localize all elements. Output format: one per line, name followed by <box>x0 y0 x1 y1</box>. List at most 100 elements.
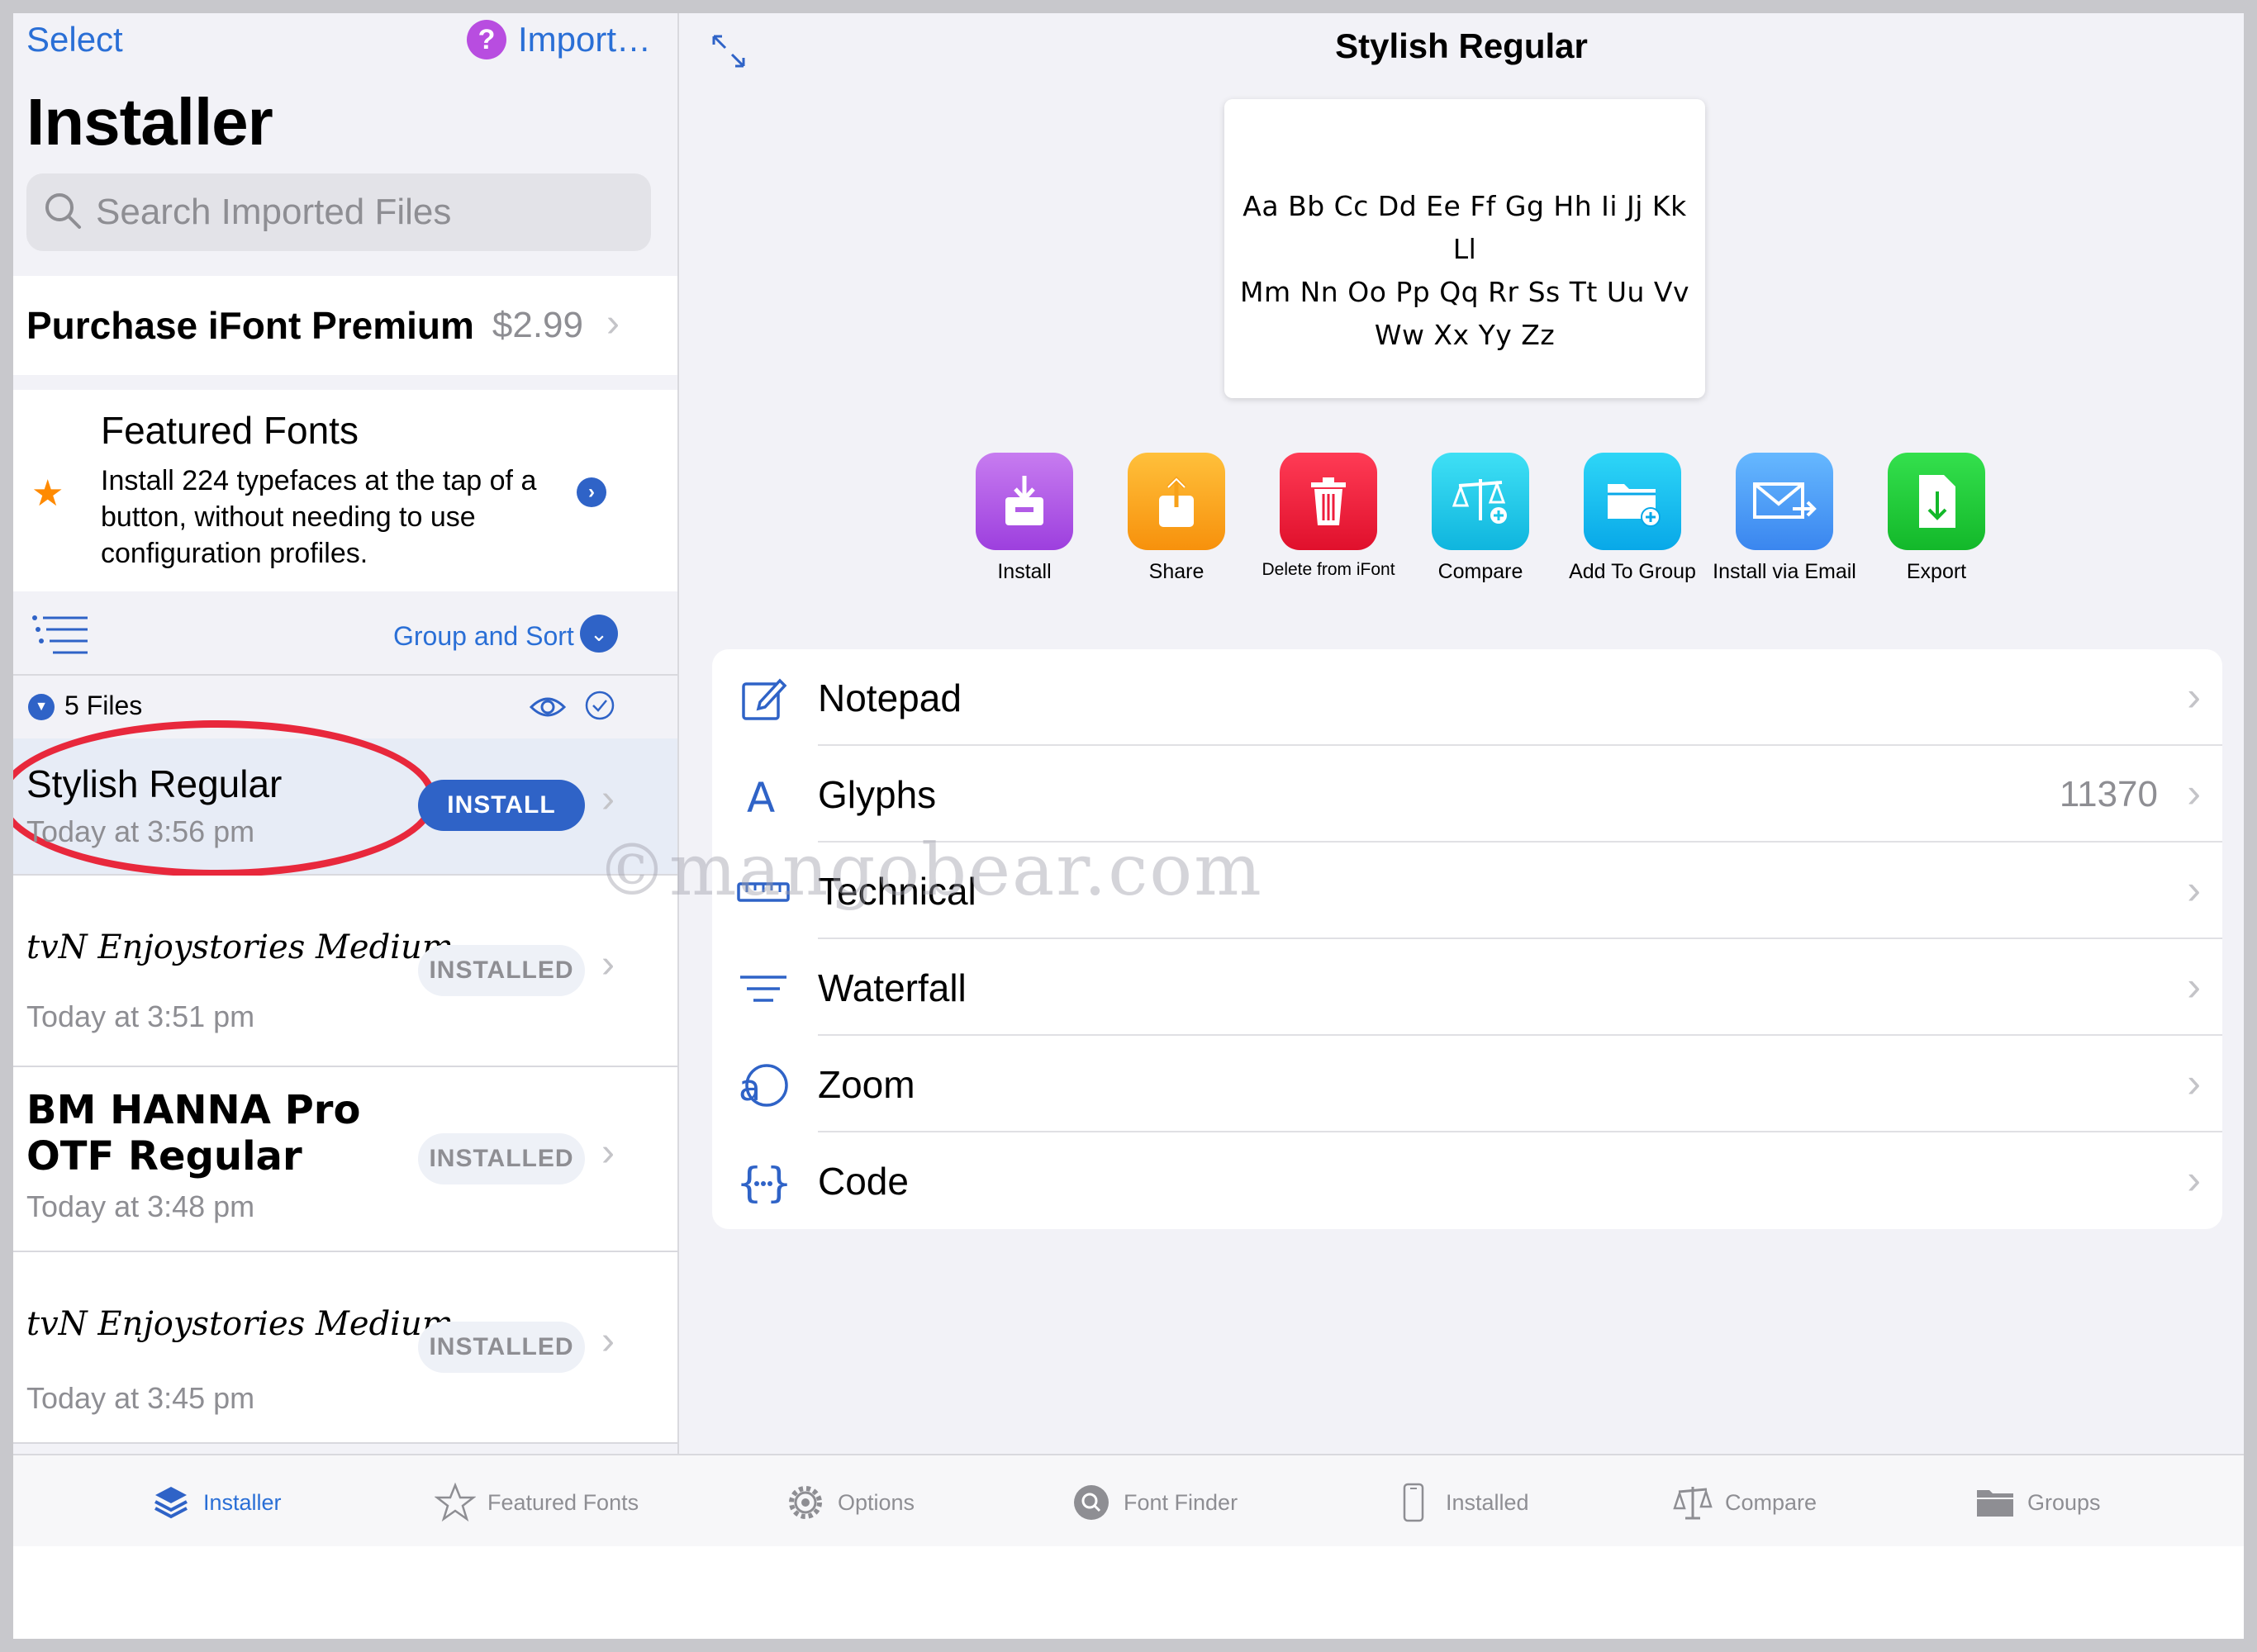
action-label: Add To Group <box>1569 560 1696 583</box>
notepad-icon <box>742 678 787 720</box>
watermark: ©mangobear.com <box>596 829 1263 912</box>
detail-title: Stylish Regular <box>1335 26 1588 65</box>
menu-item-code[interactable]: {} Code › <box>712 1132 2222 1229</box>
waterfall-icon <box>740 976 786 1002</box>
installed-badge: INSTALLED <box>418 1322 585 1373</box>
tab-featured-fonts[interactable]: Featured Fonts <box>435 1482 639 1523</box>
compare-action-button[interactable]: Compare <box>1404 453 1556 584</box>
featured-title: Featured Fonts <box>101 409 359 452</box>
select-button[interactable]: Select <box>26 20 123 59</box>
add-to-group-action-button[interactable]: Add To Group <box>1556 453 1708 584</box>
letter-a-icon: A <box>747 774 775 822</box>
tab-label: Groups <box>2027 1489 2101 1515</box>
export-icon <box>1888 453 1985 550</box>
action-label: Share <box>1148 560 1205 583</box>
ipad-screen: Select ? Import… Installer Search Import… <box>13 13 2244 1639</box>
menu-item-notepad[interactable]: Notepad › <box>712 649 2222 746</box>
file-row[interactable]: Stylish Regular Today at 3:56 pm INSTALL… <box>13 720 677 877</box>
tab-label: Font Finder <box>1124 1489 1238 1515</box>
share-action-button[interactable]: Share <box>1100 453 1252 584</box>
menu-item-glyphs[interactable]: A Glyphs 11370 › <box>712 746 2222 843</box>
chevron-right-icon: › <box>2187 770 2201 816</box>
file-date: Today at 3:45 pm <box>26 1381 255 1415</box>
file-row[interactable]: BM HANNA Pro OTF Regular Today at 3:48 p… <box>13 1067 677 1252</box>
chevron-down-icon[interactable]: ⌄ <box>580 615 618 653</box>
svg-text:a: a <box>739 1067 761 1109</box>
tab-compare[interactable]: Compare <box>1672 1482 1817 1523</box>
file-date: Today at 3:48 pm <box>26 1189 255 1223</box>
export-action-button[interactable]: Export <box>1860 453 2012 584</box>
list-icon[interactable] <box>30 611 93 657</box>
sidebar: Select ? Import… Installer Search Import… <box>13 13 679 1454</box>
search-icon <box>1074 1485 1109 1520</box>
file-row[interactable]: tvN Enjoystories Medium Today at 3:51 pm… <box>13 876 677 1067</box>
installed-badge: INSTALLED <box>418 1133 585 1184</box>
home-area <box>13 1546 2244 1639</box>
files-count: 5 Files <box>64 691 143 720</box>
preview-line: Aa Bb Cc Dd Ee Ff Gg Hh Ii Jj Kk Ll <box>1243 190 1687 265</box>
action-label: Install <box>997 560 1052 583</box>
tab-options[interactable]: Options <box>785 1482 915 1523</box>
code-braces-icon: {} <box>737 1159 790 1207</box>
search-placeholder: Search Imported Files <box>96 192 452 232</box>
star-icon: ★ <box>31 473 64 514</box>
chevron-right-icon: › <box>601 777 615 821</box>
file-name: Stylish Regular <box>26 762 283 805</box>
installed-badge: INSTALLED <box>418 945 585 996</box>
install-action-button[interactable]: Install <box>948 453 1100 584</box>
menu-item-waterfall[interactable]: Waterfall › <box>712 939 2222 1036</box>
detail-pane: Stylish Regular Aa Bb Cc Dd Ee Ff Gg Hh … <box>596 13 2244 1454</box>
stack-icon <box>154 1487 188 1519</box>
action-label: Install via Email <box>1713 560 1856 583</box>
file-name: BM HANNA Pro OTF Regular <box>26 1087 361 1180</box>
chevron-right-icon: › <box>2187 866 2201 913</box>
menu-item-label: Code <box>818 1160 909 1203</box>
eye-icon[interactable] <box>529 691 567 724</box>
action-label: Compare <box>1437 560 1523 583</box>
scales-icon <box>1673 1487 1713 1520</box>
tab-label: Compare <box>1725 1489 1817 1515</box>
menu-item-label: Waterfall <box>818 966 967 1009</box>
chevron-right-icon: › <box>601 942 615 986</box>
action-buttons: Install Share Delete from iFont Compare <box>679 453 2244 601</box>
install-via-email-action-button[interactable]: Install via Email <box>1708 453 1860 584</box>
tab-label: Installed <box>1446 1489 1529 1515</box>
file-row[interactable]: tvN Enjoystories Medium Today at 3:45 pm… <box>13 1252 677 1444</box>
tab-font-finder[interactable]: Font Finder <box>1071 1482 1238 1523</box>
scales-icon <box>1432 453 1529 550</box>
group-sort-button[interactable]: Group and Sort <box>393 621 574 652</box>
featured-description: Install 224 typefaces at the tap of a bu… <box>101 465 537 569</box>
file-date: Today at 3:51 pm <box>26 999 255 1033</box>
chevron-right-icon: › <box>606 301 620 345</box>
svg-text:A: A <box>747 774 775 822</box>
menu-item-zoom[interactable]: a Zoom › <box>712 1036 2222 1132</box>
action-label: Delete from iFont <box>1262 560 1395 579</box>
folder-icon <box>1977 1490 2013 1517</box>
purchase-premium-row[interactable]: Purchase iFont Premium $2.99 › <box>13 276 677 375</box>
chevron-right-circle-icon[interactable]: › <box>577 477 606 507</box>
collapse-triangle-icon[interactable]: ▼ <box>28 694 55 720</box>
import-label: Import… <box>517 20 651 59</box>
file-date: Today at 3:56 pm <box>26 814 255 848</box>
tab-installer[interactable]: Installer <box>150 1482 282 1523</box>
search-input[interactable]: Search Imported Files <box>26 173 651 251</box>
font-preview-card: Aa Bb Cc Dd Ee Ff Gg Hh Ii Jj Kk Ll Mm N… <box>1224 99 1705 398</box>
gear-icon <box>789 1486 822 1519</box>
tab-groups[interactable]: Groups <box>1974 1482 2101 1523</box>
menu-item-label: Notepad <box>818 676 962 719</box>
file-name: tvN Enjoystories Medium <box>26 1305 454 1343</box>
checkmark-circle-icon[interactable] <box>583 689 616 722</box>
tab-installed[interactable]: Installed <box>1393 1482 1529 1523</box>
help-icon[interactable]: ? <box>466 20 506 59</box>
trash-icon <box>1280 453 1377 550</box>
featured-fonts-card[interactable]: ★ Featured Fonts Install 224 typefaces a… <box>13 390 677 591</box>
install-button[interactable]: INSTALL <box>418 780 585 831</box>
premium-label: Purchase iFont Premium <box>26 304 474 347</box>
glyph-count: 11370 <box>2059 774 2158 814</box>
tab-label: Installer <box>203 1489 282 1515</box>
import-button[interactable]: ? Import… <box>466 20 651 59</box>
chevron-right-icon: › <box>2187 673 2201 719</box>
chevron-right-icon: › <box>2187 963 2201 1009</box>
chevron-right-icon: › <box>2187 1156 2201 1203</box>
delete-action-button[interactable]: Delete from iFont <box>1252 453 1404 580</box>
